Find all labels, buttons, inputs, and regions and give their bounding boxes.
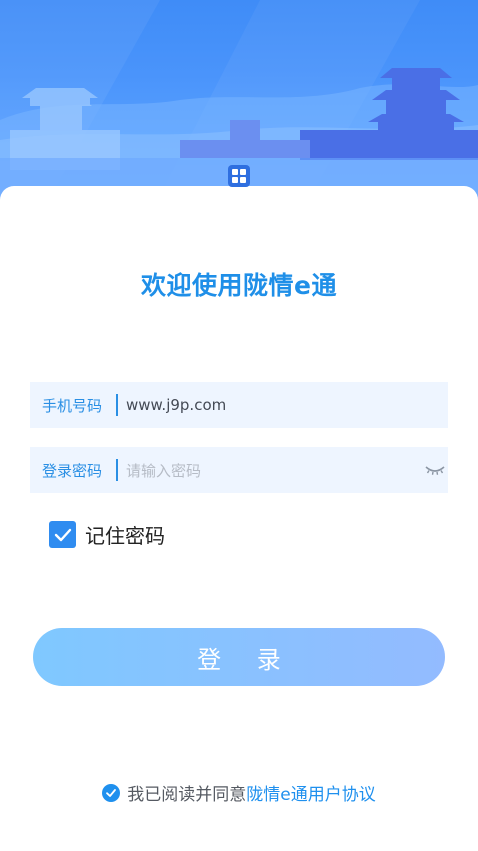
agreement-text: 我已阅读并同意 xyxy=(127,785,247,805)
field-divider xyxy=(116,394,118,416)
remember-checkbox[interactable] xyxy=(49,521,76,548)
phone-field[interactable]: 手机号码 www.j9p.com xyxy=(30,382,448,428)
agreement-row: 我已阅读并同意 陇情e通用户协议 xyxy=(0,780,478,805)
check-icon xyxy=(54,528,71,541)
welcome-title: 欢迎使用陇情e通 xyxy=(141,271,337,300)
grid-app-icon xyxy=(228,165,250,187)
password-input[interactable]: 请输入密码 xyxy=(126,460,201,481)
login-button[interactable]: 登 录 xyxy=(33,628,445,686)
password-field[interactable]: 登录密码 请输入密码 xyxy=(30,447,448,493)
phone-input[interactable]: www.j9p.com xyxy=(126,396,226,414)
field-divider xyxy=(116,459,118,481)
user-agreement-link[interactable]: 陇情e通用户协议 xyxy=(246,780,375,805)
remember-label: 记住密码 xyxy=(85,524,165,548)
remember-password[interactable]: 记住密码 xyxy=(49,520,165,549)
eye-closed-icon[interactable] xyxy=(424,462,446,478)
check-icon xyxy=(106,788,117,797)
agreement-checkbox[interactable] xyxy=(102,783,121,802)
password-label: 登录密码 xyxy=(42,461,103,480)
phone-label: 手机号码 xyxy=(42,396,103,415)
